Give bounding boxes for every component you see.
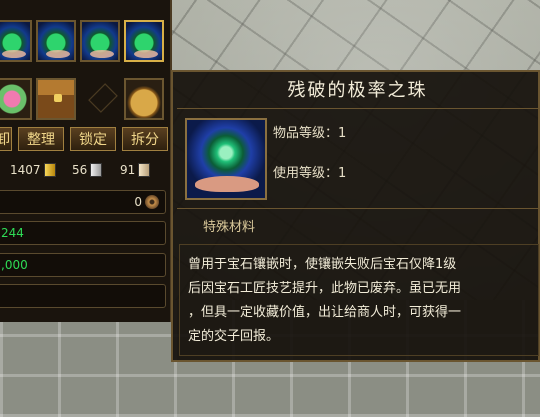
description-line: ，但具一定收藏价值，出让给商人时，可获得一: [188, 305, 462, 320]
ticket-count: 91: [120, 160, 151, 180]
copper-coin-value: 0: [134, 195, 142, 209]
section-divider: [177, 208, 538, 209]
lock-button[interactable]: 锁定: [70, 127, 116, 151]
hand-icon: [195, 176, 259, 192]
silver-ingot-count: 56: [72, 160, 103, 180]
split-button[interactable]: 拆分: [122, 127, 168, 151]
flower-item-slot[interactable]: [0, 78, 32, 120]
copper-coin-icon: [145, 195, 159, 209]
stat-field-2: ,000: [0, 253, 166, 277]
item-level: 物品等级：1: [273, 126, 347, 141]
silver-ingot-icon: [90, 163, 103, 177]
stat-field-3: [0, 284, 166, 308]
item-category: 特殊材料: [203, 220, 256, 235]
treasure-chest-item-slot[interactable]: [36, 78, 76, 120]
copper-coin-field: 0: [0, 190, 166, 214]
gem-slot-1[interactable]: [0, 20, 32, 62]
title-divider: [177, 108, 538, 109]
ticket-value: 91: [120, 163, 136, 177]
silver-ingot-value: 56: [72, 163, 88, 177]
description-line: 定的交子回报。: [188, 329, 280, 344]
money-bag-item-slot[interactable]: [124, 78, 164, 120]
item-tooltip: 残破的极率之珠 物品等级：1 使用等级：1 特殊材料 曾用于宝石镶嵌时，使镶嵌失…: [171, 70, 540, 362]
item-description: 曾用于宝石镶嵌时，使镶嵌失败后宝石仅降1级 后因宝石工匠技艺提升，此物已废弃。虽…: [179, 244, 539, 356]
hand-icon: [2, 50, 26, 58]
inventory-panel: 卸 整理 锁定 拆分 1407 56 91 0 244 ,000: [0, 0, 172, 322]
sort-button[interactable]: 整理: [18, 127, 64, 151]
description-line: 曾用于宝石镶嵌时，使镶嵌失败后宝石仅降1级: [188, 257, 457, 272]
gem-slot-4-selected[interactable]: [124, 20, 164, 62]
ticket-icon: [138, 163, 151, 177]
stat-field-1: 244: [0, 221, 166, 245]
hand-icon: [46, 50, 70, 58]
hand-icon: [90, 50, 114, 58]
gem-slot-3[interactable]: [80, 20, 120, 62]
hand-icon: [134, 50, 158, 58]
unequip-button[interactable]: 卸: [0, 127, 12, 151]
description-line: 后因宝石工匠技艺提升，此物已废弃。虽已无用: [188, 281, 462, 296]
decorative-ornament: [88, 83, 118, 113]
use-level: 使用等级：1: [273, 166, 347, 181]
jade-orb-icon: [185, 118, 267, 200]
gold-ingot-value: 1407: [10, 163, 41, 177]
gold-ingot-icon: [43, 163, 56, 177]
gem-slot-2[interactable]: [36, 20, 76, 62]
item-name: 残破的极率之珠: [287, 80, 428, 101]
gold-ingot-count: 1407: [10, 160, 56, 180]
